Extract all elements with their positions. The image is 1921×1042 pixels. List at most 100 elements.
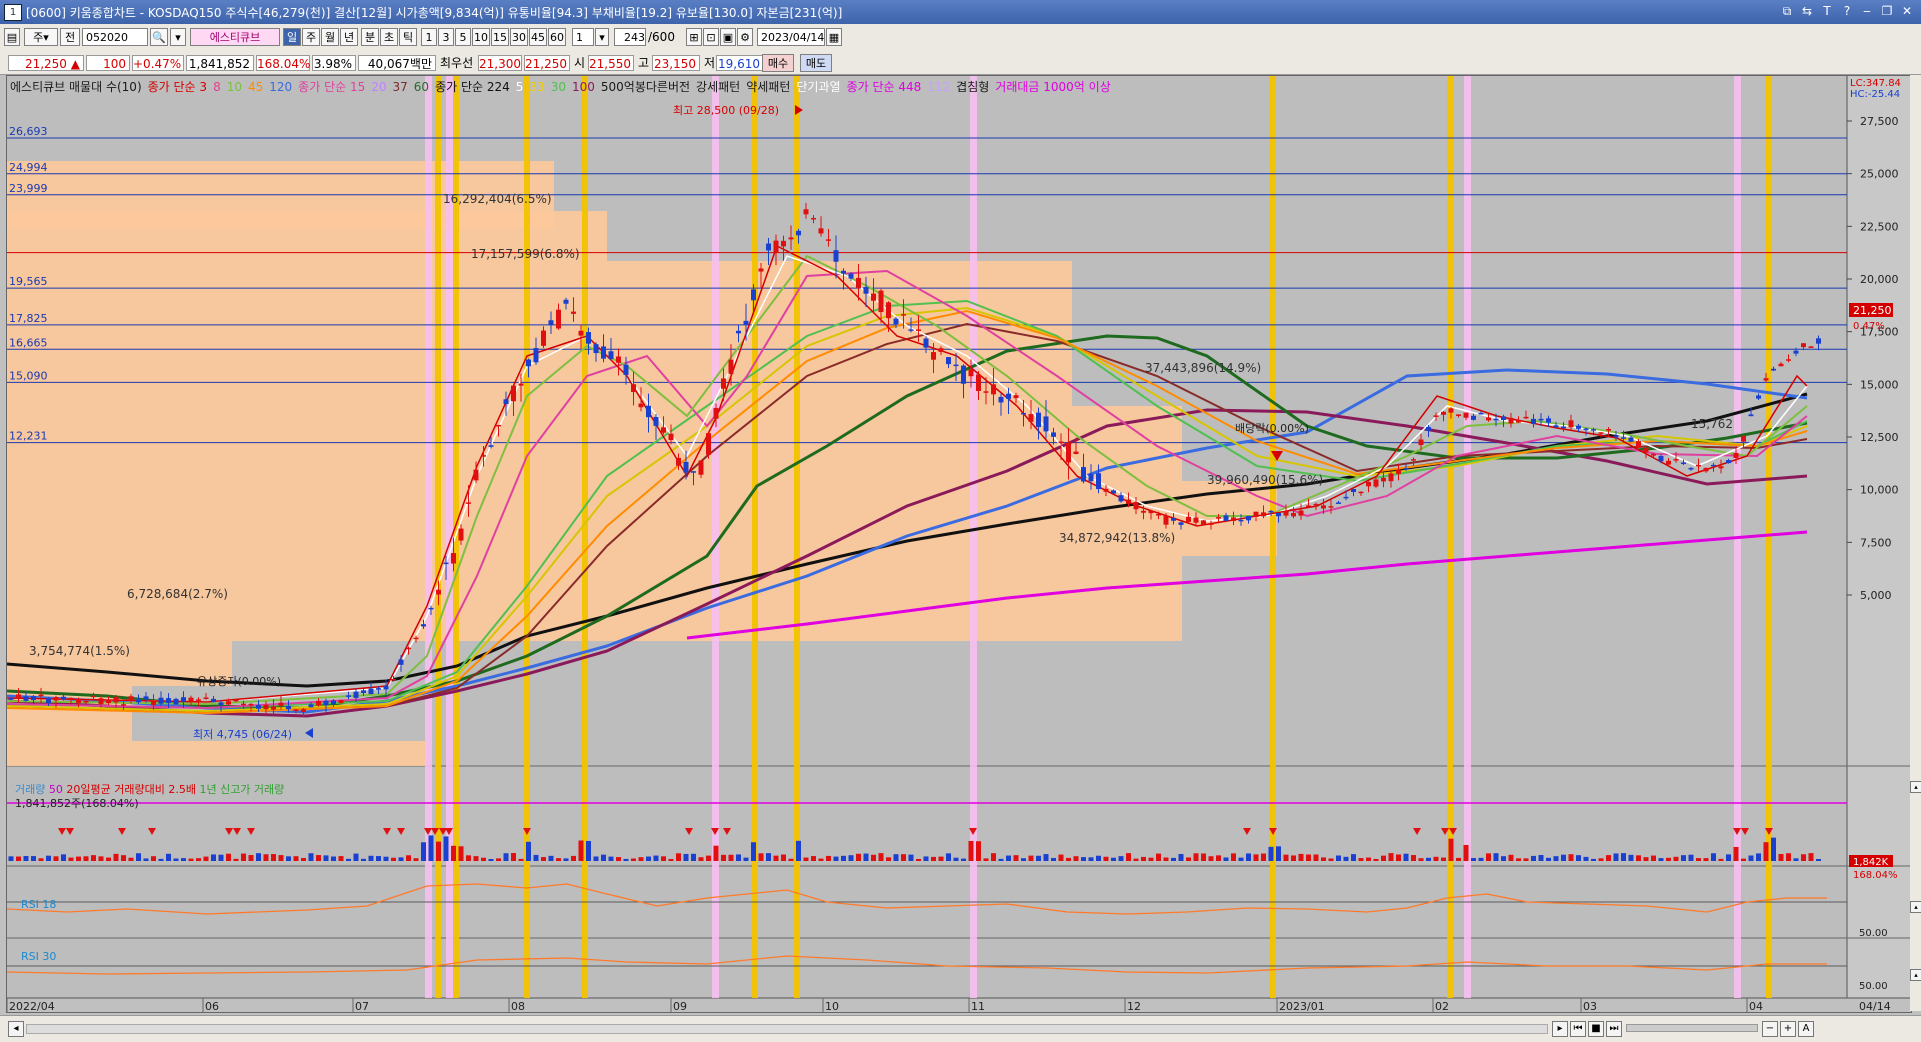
- legend-item[interactable]: 강세패턴: [696, 80, 740, 94]
- legend-item[interactable]: 37: [393, 80, 408, 94]
- legend-item[interactable]: 120: [269, 80, 292, 94]
- legend-item[interactable]: 112: [927, 80, 950, 94]
- period-year[interactable]: 년: [340, 28, 358, 46]
- volume-bar: [691, 853, 696, 861]
- legend-item[interactable]: 종가 단순 3: [148, 80, 207, 94]
- volume-bar: [1456, 857, 1461, 861]
- save-icon[interactable]: ▣: [720, 28, 736, 46]
- period-day[interactable]: 일: [283, 28, 301, 46]
- legend-item[interactable]: 종가 단순 448: [847, 80, 922, 94]
- volume-bar: [1418, 858, 1424, 861]
- legend-item[interactable]: 단기과열: [796, 80, 840, 94]
- float-icon[interactable]: ⧉: [1779, 3, 1795, 19]
- indicator-legend: 에스티큐브 매물대 수(10) 종가 단순 3 8 10 45 120 종가 단순 15 20…: [10, 78, 1117, 95]
- interval-60[interactable]: 60: [548, 28, 566, 46]
- date-input[interactable]: 2023/04/14: [757, 28, 825, 46]
- price-chart-svg[interactable]: 26,693 24,994 23,999 19,565 17,825 16,665 15,0…: [6, 76, 1911, 1013]
- candle-body: [1403, 468, 1409, 470]
- legend-item[interactable]: 500억봉다른버전: [601, 80, 690, 94]
- volume-bar: [1523, 858, 1529, 861]
- candle-body: [758, 268, 764, 272]
- prev-button[interactable]: 전: [60, 28, 80, 46]
- volume-bar: [548, 855, 554, 861]
- legend-item[interactable]: 33: [529, 80, 544, 94]
- settings-icon[interactable]: ⚙: [737, 28, 753, 46]
- legend-item[interactable]: 20: [371, 80, 386, 94]
- legend-item[interactable]: 30: [551, 80, 566, 94]
- legend-item[interactable]: 약세패턴: [746, 80, 790, 94]
- period-tick[interactable]: 틱: [399, 28, 417, 46]
- rights-issue-annotation: 유상증자(0.00%): [197, 675, 281, 688]
- volume-bar: [676, 853, 681, 861]
- zoom-out-icon[interactable]: −: [1762, 1021, 1778, 1037]
- volume-bar: [16, 856, 21, 861]
- last-page-icon[interactable]: ⏭: [1606, 1021, 1622, 1037]
- zoom-slider[interactable]: [1626, 1024, 1758, 1032]
- interval-10[interactable]: 10: [472, 28, 490, 46]
- multiplier-dropdown-icon[interactable]: ▾: [595, 28, 609, 46]
- font-icon[interactable]: A: [1798, 1021, 1814, 1037]
- volume-bar: [1201, 853, 1206, 861]
- candle-body: [1321, 505, 1326, 509]
- chart-area[interactable]: 26,693 24,994 23,999 19,565 17,825 16,665 15,0…: [6, 75, 1912, 1013]
- legend-item[interactable]: 45: [248, 80, 263, 94]
- period-minute[interactable]: 분: [361, 28, 379, 46]
- legend-item[interactable]: 100: [572, 80, 595, 94]
- volume-bar: [1448, 838, 1454, 861]
- period-month[interactable]: 월: [321, 28, 339, 46]
- interval-45[interactable]: 45: [529, 28, 547, 46]
- interval-15[interactable]: 15: [491, 28, 509, 46]
- interval-5[interactable]: 5: [455, 28, 471, 46]
- buy-button[interactable]: 매수: [762, 54, 794, 72]
- grid-icon[interactable]: ⊞: [686, 28, 702, 46]
- expand-pane-icon[interactable]: ▴: [1910, 901, 1921, 913]
- legend-item[interactable]: 8: [213, 80, 221, 94]
- lock-icon[interactable]: ⊡: [703, 28, 719, 46]
- legend-item[interactable]: 종가 단순 15: [298, 80, 365, 94]
- restore-icon[interactable]: ❐: [1879, 3, 1895, 19]
- dropdown-icon[interactable]: ▾: [170, 28, 186, 46]
- text-icon[interactable]: T: [1819, 3, 1835, 19]
- sell-button[interactable]: 매도: [800, 54, 832, 72]
- volume-bar: [766, 853, 771, 861]
- layout-icon[interactable]: ▤: [4, 28, 20, 46]
- period-second[interactable]: 초: [380, 28, 398, 46]
- stop-icon[interactable]: ■: [1588, 1021, 1604, 1037]
- legend-item[interactable]: 에스티큐브 매물대 수(10): [10, 80, 142, 94]
- horizontal-scrollbar[interactable]: [26, 1024, 1548, 1034]
- help-icon[interactable]: ?: [1839, 3, 1855, 19]
- legend-item[interactable]: 5: [516, 80, 524, 94]
- legend-item[interactable]: 거래대금 1000억 이상: [995, 80, 1110, 94]
- legend-item[interactable]: 겹침형: [956, 80, 989, 94]
- volume-bar: [1486, 853, 1491, 861]
- bar-count-input[interactable]: 243: [614, 28, 646, 46]
- period-week[interactable]: 주: [302, 28, 320, 46]
- scroll-left-icon[interactable]: ◂: [8, 1021, 24, 1037]
- market-type-select[interactable]: 주▾: [24, 28, 58, 46]
- calendar-icon[interactable]: ▦: [826, 28, 842, 46]
- search-icon[interactable]: 🔍: [150, 28, 168, 46]
- volume-bar: [1613, 853, 1619, 861]
- legend-item[interactable]: 60: [414, 80, 429, 94]
- close-icon[interactable]: ✕: [1899, 3, 1915, 19]
- stock-name-display[interactable]: 에스티큐브: [190, 28, 280, 46]
- interval-3[interactable]: 3: [438, 28, 454, 46]
- legend-item[interactable]: 10: [227, 80, 242, 94]
- expand-pane-icon[interactable]: ▴: [1910, 969, 1921, 981]
- candle-body: [428, 607, 434, 610]
- interval-30[interactable]: 30: [510, 28, 528, 46]
- candle-body: [773, 240, 779, 253]
- interval-1[interactable]: 1: [421, 28, 437, 46]
- expand-pane-icon[interactable]: ▴: [1910, 781, 1921, 793]
- link-icon[interactable]: ⇆: [1799, 3, 1815, 19]
- multiplier-input[interactable]: 1: [572, 28, 594, 46]
- scroll-right-icon[interactable]: ▸: [1552, 1021, 1568, 1037]
- first-page-icon[interactable]: ⏮: [1570, 1021, 1586, 1037]
- legend-item[interactable]: 종가 단순 224: [435, 80, 510, 94]
- stock-code-input[interactable]: 052020: [82, 28, 148, 46]
- candle-body: [286, 705, 291, 710]
- zoom-in-icon[interactable]: +: [1780, 1021, 1796, 1037]
- minimize-icon[interactable]: ‒: [1859, 3, 1875, 19]
- volume-bar: [128, 857, 134, 861]
- volume-bar: [353, 853, 359, 861]
